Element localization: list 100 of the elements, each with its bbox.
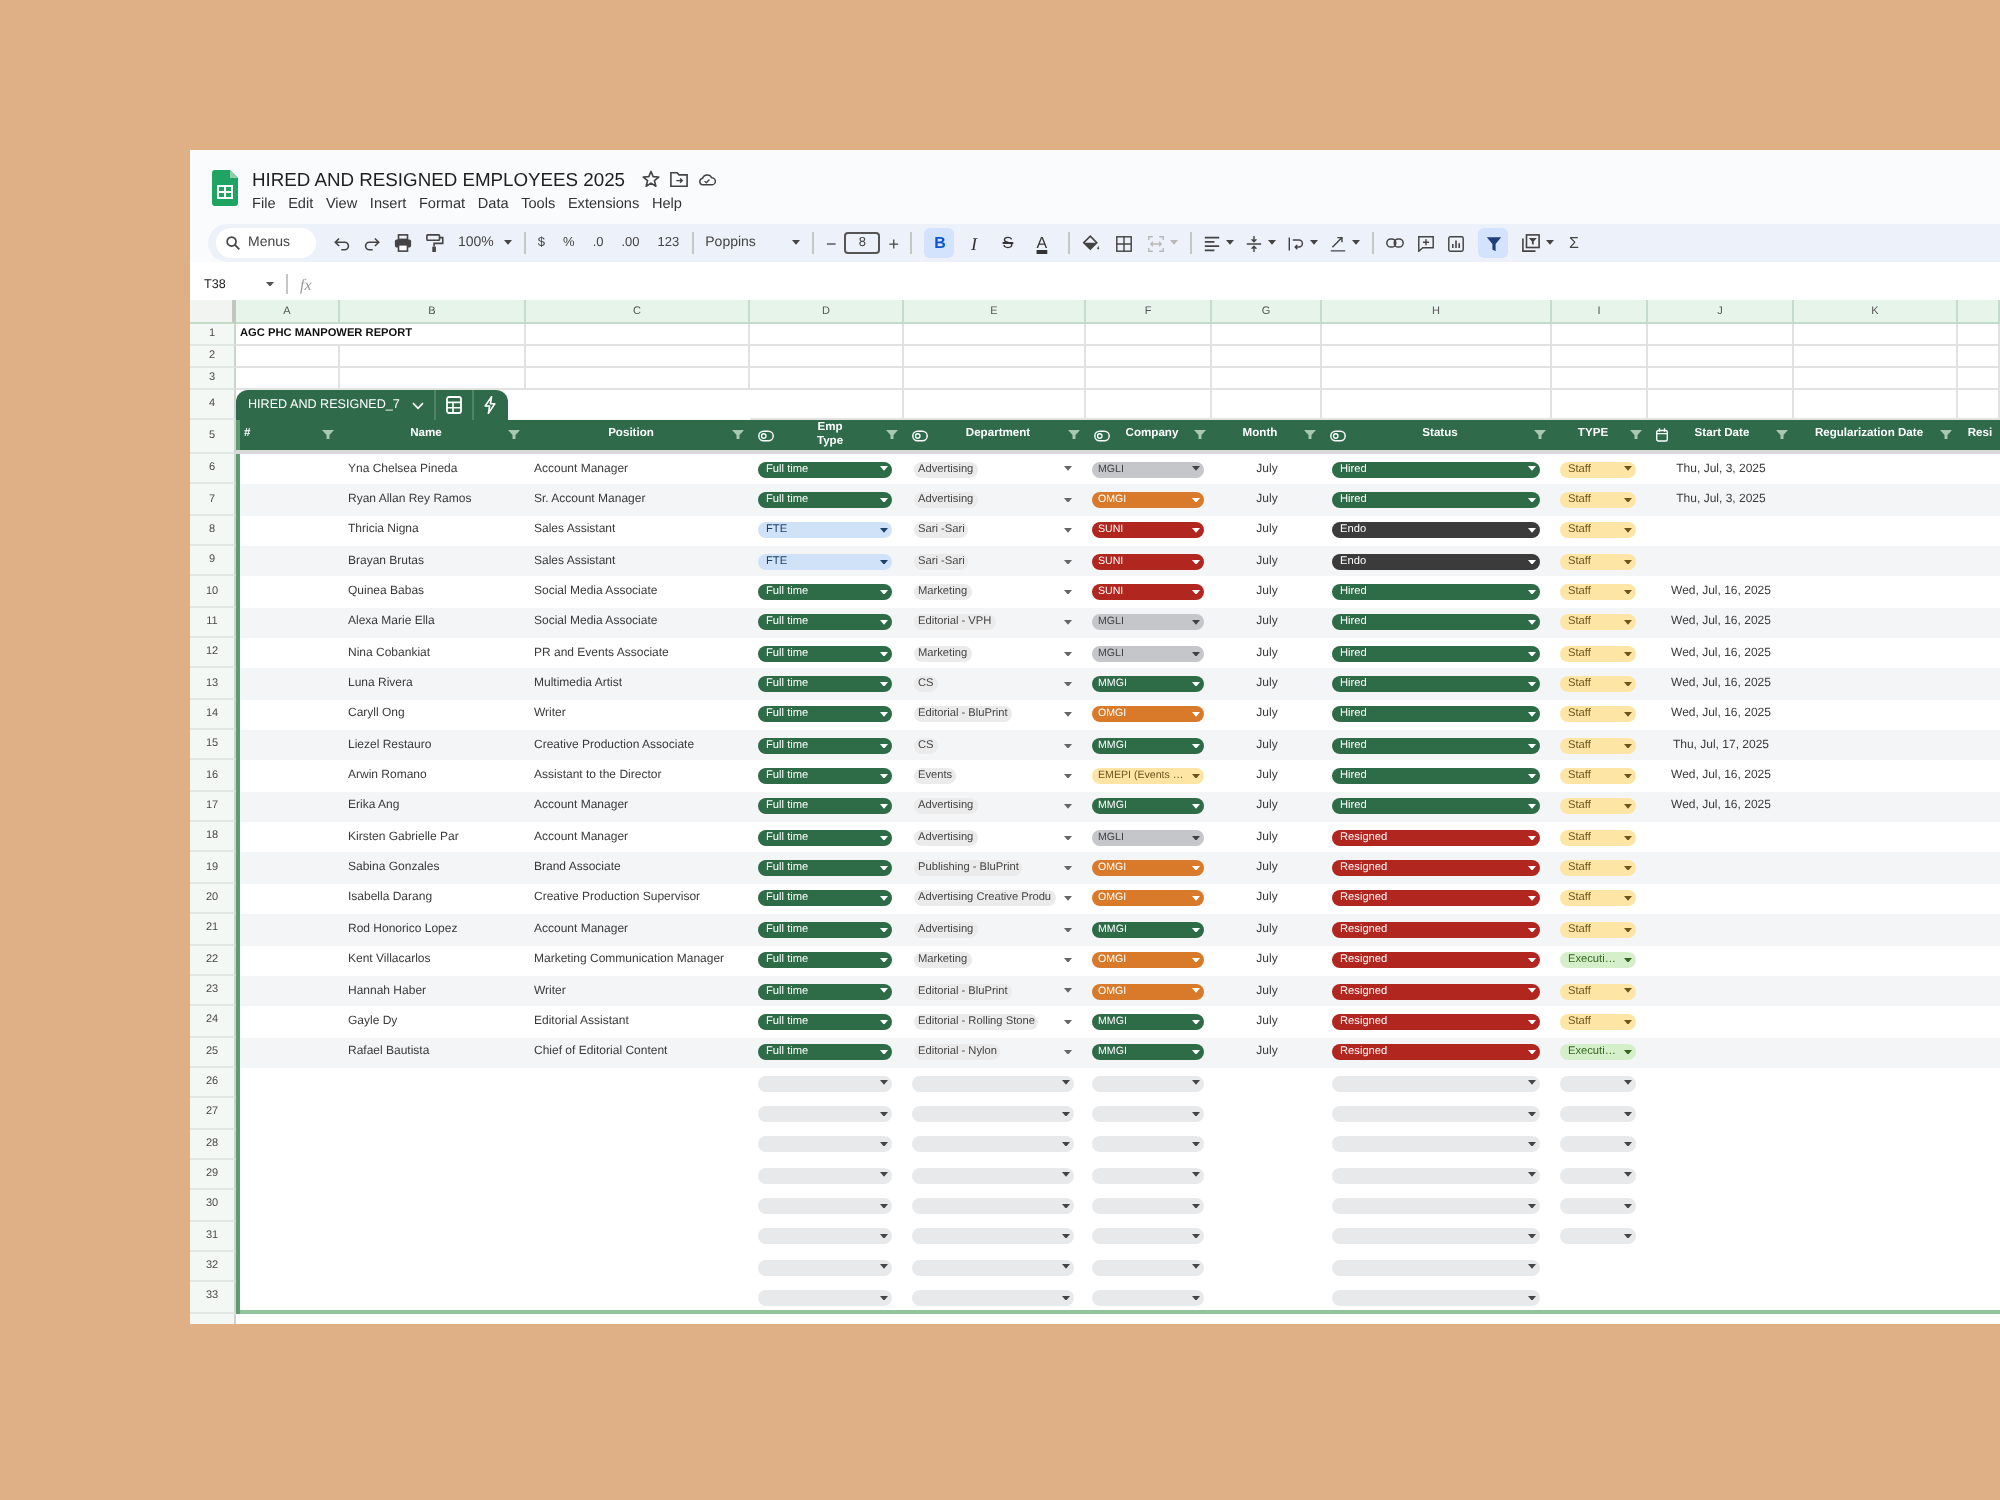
caret-icon[interactable]	[1624, 620, 1632, 626]
empty-dropdown-field[interactable]	[758, 1228, 892, 1245]
borders-icon[interactable]	[1116, 235, 1133, 251]
empty-dropdown-field[interactable]	[1332, 1167, 1540, 1184]
empty-dropdown-field[interactable]	[912, 1289, 1074, 1306]
caret-icon[interactable]	[1064, 712, 1072, 718]
empty-dropdown-field[interactable]	[1560, 1136, 1636, 1153]
caret-icon[interactable]	[1528, 865, 1536, 871]
caret-icon[interactable]	[1064, 589, 1072, 595]
caret-icon[interactable]	[1528, 1295, 1536, 1301]
caret-icon[interactable]	[1528, 589, 1536, 595]
caret-icon[interactable]	[880, 773, 888, 779]
empty-dropdown-field[interactable]	[912, 1167, 1074, 1184]
grid-cell[interactable]	[1086, 346, 1212, 368]
caret-icon[interactable]	[1062, 1234, 1070, 1239]
caret-icon[interactable]	[1062, 1111, 1070, 1117]
caret-icon[interactable]	[880, 559, 888, 564]
caret-icon[interactable]	[1528, 804, 1536, 810]
caret-icon[interactable]	[1528, 1142, 1536, 1147]
empty-dropdown-field[interactable]	[1332, 1228, 1540, 1245]
caret-icon[interactable]	[880, 1264, 888, 1270]
caret-icon[interactable]	[1528, 743, 1536, 748]
caret-icon[interactable]	[880, 620, 888, 626]
caret-icon[interactable]	[880, 1234, 888, 1239]
caret-icon[interactable]	[1624, 528, 1632, 534]
caret-icon[interactable]	[1064, 1019, 1072, 1025]
caret-icon[interactable]	[1192, 1142, 1200, 1147]
spreadsheet-logo-icon[interactable]	[212, 170, 238, 206]
empty-dropdown-field[interactable]	[1332, 1105, 1540, 1122]
caret-icon[interactable]	[1624, 1019, 1632, 1025]
empty-dropdown-field[interactable]	[758, 1259, 892, 1276]
caret-icon[interactable]	[1528, 1080, 1536, 1086]
caret-icon[interactable]	[1192, 589, 1200, 595]
caret-icon[interactable]	[880, 743, 888, 748]
caret-icon[interactable]	[1528, 896, 1536, 902]
align-left-icon[interactable]	[1204, 235, 1221, 251]
caret-icon[interactable]	[1528, 1111, 1536, 1117]
caret-icon[interactable]	[1226, 240, 1235, 246]
caret-icon[interactable]	[266, 281, 274, 287]
caret-icon[interactable]	[1192, 804, 1200, 810]
caret-icon[interactable]	[880, 896, 888, 902]
caret-icon[interactable]	[1624, 835, 1632, 840]
caret-icon[interactable]	[1624, 1050, 1632, 1055]
caret-icon[interactable]	[880, 589, 888, 595]
caret-icon[interactable]	[1268, 240, 1277, 246]
filter-icon[interactable]	[1940, 430, 1952, 440]
caret-icon[interactable]	[880, 927, 888, 933]
caret-icon[interactable]	[1192, 1050, 1200, 1055]
grid-cell[interactable]	[1086, 324, 1212, 346]
caret-icon[interactable]	[1064, 743, 1072, 748]
caret-icon[interactable]	[1064, 620, 1072, 626]
empty-dropdown-field[interactable]	[1092, 1259, 1204, 1276]
filter-icon[interactable]	[1534, 430, 1546, 440]
caret-icon[interactable]	[1624, 559, 1632, 564]
filter-icon[interactable]	[508, 430, 520, 440]
caret-icon[interactable]	[1352, 240, 1361, 246]
redo-icon[interactable]	[364, 235, 380, 251]
filter-icon[interactable]	[1485, 235, 1502, 251]
caret-icon[interactable]	[1528, 1264, 1536, 1270]
empty-dropdown-field[interactable]	[1560, 1228, 1636, 1245]
caret-icon[interactable]	[880, 988, 888, 994]
caret-icon[interactable]	[1528, 773, 1536, 779]
caret-icon[interactable]	[1064, 835, 1072, 840]
caret-icon[interactable]	[1310, 240, 1319, 246]
caret-icon[interactable]	[1064, 497, 1072, 503]
filter-icon[interactable]	[1630, 430, 1642, 440]
caret-icon[interactable]	[1528, 681, 1536, 687]
grid-cell[interactable]	[1552, 368, 1648, 390]
grid-cell[interactable]	[1322, 368, 1552, 390]
filter-icon[interactable]	[886, 430, 898, 440]
caret-icon[interactable]	[1064, 651, 1072, 656]
grid-cell[interactable]	[1212, 346, 1322, 368]
empty-dropdown-field[interactable]	[912, 1105, 1074, 1122]
text-wrap-icon[interactable]	[1288, 235, 1305, 251]
caret-icon[interactable]	[1064, 957, 1072, 963]
caret-icon[interactable]	[1064, 988, 1072, 994]
filter-icon[interactable]	[1304, 430, 1316, 440]
caret-icon[interactable]	[1528, 1234, 1536, 1239]
caret-icon[interactable]	[880, 1050, 888, 1055]
caret-icon[interactable]	[1064, 773, 1072, 779]
caret-icon[interactable]	[880, 712, 888, 718]
print-icon[interactable]	[394, 234, 412, 252]
caret-icon[interactable]	[1528, 1050, 1536, 1055]
caret-icon[interactable]	[880, 865, 888, 871]
table-icon[interactable]	[445, 396, 462, 414]
empty-dropdown-field[interactable]	[1092, 1228, 1204, 1245]
caret-icon[interactable]	[1624, 773, 1632, 779]
text-rotation-icon[interactable]	[1330, 235, 1347, 251]
caret-icon[interactable]	[1192, 1172, 1200, 1178]
caret-icon[interactable]	[880, 681, 888, 687]
caret-icon[interactable]	[1528, 988, 1536, 994]
caret-icon[interactable]	[791, 240, 800, 246]
caret-icon[interactable]	[1528, 559, 1536, 564]
link-icon[interactable]	[1386, 234, 1405, 252]
caret-icon[interactable]	[880, 957, 888, 963]
empty-dropdown-field[interactable]	[1560, 1105, 1636, 1122]
paint-roller-icon[interactable]	[426, 234, 444, 252]
grid-cell[interactable]	[1794, 368, 1958, 390]
cloud-icon[interactable]	[697, 169, 716, 187]
grid-cell[interactable]	[750, 324, 904, 346]
